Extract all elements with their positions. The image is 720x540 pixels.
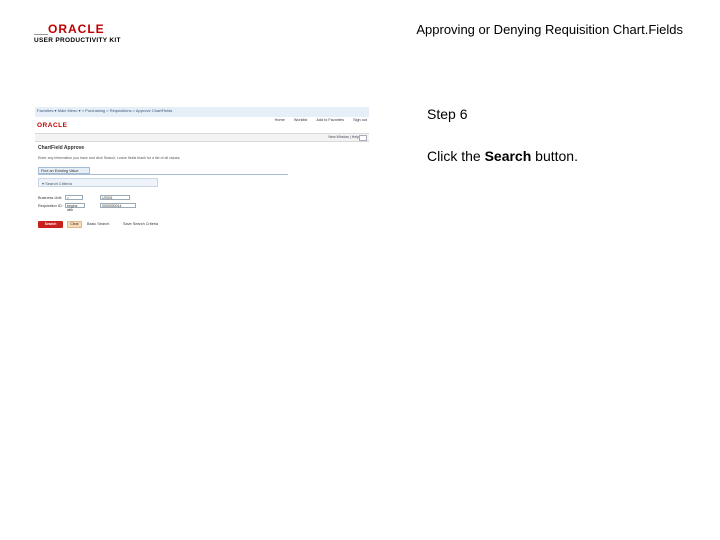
screenshot-pagelet-icon (359, 135, 367, 141)
screenshot-nav-favorites: Add to Favorites (316, 118, 344, 122)
instruction-prefix: Click the (427, 148, 485, 164)
screenshot-operator-select: = (65, 195, 83, 200)
screenshot-tab-rule (38, 174, 288, 175)
document-title: Approving or Denying Requisition Chart.F… (416, 22, 683, 37)
logo-tagline: USER PRODUCTIVITY KIT (34, 37, 121, 44)
screenshot-sub-links: New Window | Help (328, 135, 359, 139)
screenshot-business-unit-input: US001 (100, 195, 130, 200)
screenshot-breadcrumb: Favorites ▾ Main Menu ▾ > Purchasing > R… (37, 108, 173, 113)
screenshot-button-row: Search Clear Basic Search Save Search Cr… (38, 221, 198, 228)
screenshot-tab: Find an Existing Value (38, 167, 90, 174)
screenshot-field-requisition: Requisition ID: (38, 203, 63, 209)
oracle-upk-logo: ORACLE USER PRODUCTIVITY KIT (34, 22, 126, 48)
screenshot-nav-home: Home (274, 118, 285, 122)
instruction-target: Search (484, 148, 532, 164)
screenshot-basic-search-link[interactable]: Basic Search (87, 222, 109, 226)
screenshot-instructions: Enter any information you have and click… (38, 156, 181, 160)
screenshot-field-business-unit: Business Unit: (38, 195, 62, 201)
logo-rule (34, 34, 48, 35)
step-label: Step 6 (427, 106, 468, 122)
screenshot-subbar: New Window | Help (35, 133, 369, 142)
screenshot-field-label: Business Unit: (38, 196, 63, 200)
screenshot-field-label: Requisition ID: (38, 204, 63, 208)
screenshot-search-button[interactable]: Search (38, 221, 63, 228)
screenshot-operator-select: begins with (65, 203, 85, 212)
screenshot-nav-signout: Sign out (353, 118, 367, 122)
screenshot-save-criteria-link[interactable]: Save Search Criteria (123, 222, 158, 226)
instruction-suffix: button. (531, 148, 578, 164)
screenshot-requisition-input: 0000000014 (100, 203, 136, 208)
screenshot-nav-worklist: Worklist (293, 118, 308, 122)
step-instruction: Click the Search button. (427, 148, 578, 164)
screenshot-brand: ORACLE (37, 122, 68, 129)
screenshot-search-criteria: ▾ Search Criteria (38, 178, 158, 187)
screenshot-nav-links: Home Worklist Add to Favorites Sign out (267, 118, 367, 122)
screenshot-page-heading: ChartField Approve (38, 145, 85, 151)
embedded-screenshot: Favorites ▾ Main Menu ▾ > Purchasing > R… (35, 107, 369, 235)
screenshot-clear-button[interactable]: Clear (67, 221, 82, 228)
logo-brand: ORACLE (48, 22, 105, 36)
